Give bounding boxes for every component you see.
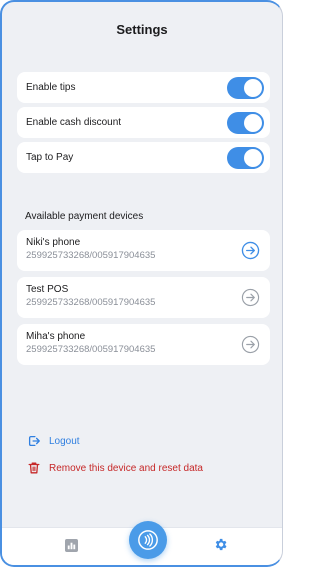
switch-knob [244,148,262,167]
arrow-right-circle-icon[interactable] [241,288,260,307]
device-name: Test POS [26,284,69,295]
device-id: 259925733268/005917904635 [26,297,156,308]
app-frame: Settings Enable tips Enable cash discoun… [0,0,283,567]
arrow-right-circle-icon[interactable] [241,241,260,260]
contactless-icon [138,530,158,550]
toggle-label: Tap to Pay [26,152,74,163]
toggle-label: Enable cash discount [26,117,122,128]
toggle-label: Enable tips [26,82,76,93]
tap-to-pay-button[interactable] [129,521,167,559]
section-title-payment-devices: Available payment devices [25,211,144,222]
trash-icon [28,462,40,474]
bar-chart-icon[interactable] [65,539,78,552]
gear-icon[interactable] [213,537,228,552]
page-title: Settings [116,22,168,37]
toggle-row-enable-cash-discount: Enable cash discount [17,107,270,138]
device-item[interactable]: Miha's phone 259925733268/005917904635 [17,324,270,365]
device-id: 259925733268/005917904635 [26,250,156,261]
device-name: Niki's phone [26,237,81,248]
switch-knob [244,78,262,97]
enable-tips-switch[interactable] [227,76,264,99]
tap-to-pay-switch[interactable] [227,146,264,169]
logout-icon [28,435,40,447]
logout-label: Logout [49,435,80,447]
device-id: 259925733268/005917904635 [26,344,156,355]
toggle-row-enable-tips: Enable tips [17,72,270,103]
enable-cash-discount-switch[interactable] [227,111,264,134]
device-item[interactable]: Niki's phone 259925733268/005917904635 [17,230,270,271]
reset-label: Remove this device and reset data [49,462,203,474]
reset-device-button[interactable]: Remove this device and reset data [27,461,203,475]
toggle-row-tap-to-pay: Tap to Pay [17,142,270,173]
switch-knob [244,113,262,132]
device-name: Miha's phone [26,331,86,342]
device-item[interactable]: Test POS 259925733268/005917904635 [17,277,270,318]
logout-button[interactable]: Logout [27,434,80,448]
arrow-right-circle-icon[interactable] [241,335,260,354]
